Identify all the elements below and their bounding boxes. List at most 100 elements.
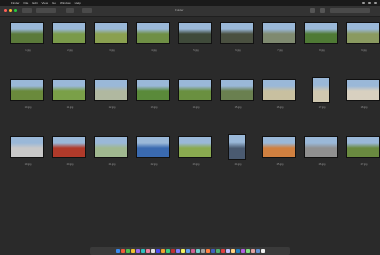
back-forward-button[interactable] (22, 8, 32, 13)
window-title: Folder (175, 8, 184, 12)
photo-thumbnail[interactable] (52, 22, 86, 44)
dock-app-icon[interactable] (220, 249, 225, 253)
photo-filename: 15.jpg (234, 106, 242, 109)
photo-thumbnail[interactable] (136, 79, 170, 101)
photo-thumbnail[interactable] (346, 22, 380, 44)
photo-thumbnail[interactable] (220, 79, 254, 101)
dock-app-icon[interactable] (240, 249, 245, 253)
photo-filename: 6.jpg (235, 49, 241, 52)
photo-filename: 19.jpg (24, 163, 32, 166)
search-input[interactable] (330, 8, 370, 13)
dock-app-icon[interactable] (230, 249, 235, 253)
photo-thumbnail[interactable] (94, 136, 128, 158)
share-icon[interactable] (310, 8, 315, 13)
dock-app-icon[interactable] (115, 249, 120, 253)
dock-app-icon[interactable] (250, 249, 255, 253)
photo-thumbnail[interactable] (346, 79, 380, 101)
photo-filename: 9.jpg (361, 49, 367, 52)
photo-filename: 14.jpg (192, 106, 200, 109)
dock-app-icon[interactable] (225, 249, 230, 253)
dock-app-icon[interactable] (130, 249, 135, 253)
dock-app-icon[interactable] (245, 249, 250, 253)
dock-app-icon[interactable] (190, 249, 195, 253)
dock-app-icon[interactable] (160, 249, 165, 253)
photo-thumbnail[interactable] (262, 136, 296, 158)
photo-thumbnail[interactable] (136, 22, 170, 44)
photo-filename: 12.jpg (108, 106, 116, 109)
photo-filename: 16.jpg (276, 106, 284, 109)
menu-view[interactable]: View (42, 1, 48, 5)
battery-icon[interactable] (368, 2, 371, 4)
group-button[interactable] (66, 8, 74, 13)
menu-file[interactable]: File (24, 1, 29, 5)
dock (90, 247, 290, 255)
photo-filename: 4.jpg (151, 49, 157, 52)
dock-app-icon[interactable] (125, 249, 130, 253)
photo-thumbnail[interactable] (10, 79, 44, 101)
menu-help[interactable]: Help (75, 1, 81, 5)
photo-thumbnail[interactable] (262, 22, 296, 44)
photo-filename: 20.jpg (66, 163, 74, 166)
dock-app-icon[interactable] (260, 249, 265, 253)
photo-filename: 8.jpg (319, 49, 325, 52)
photo-filename: 1.jpg (25, 49, 31, 52)
photo-thumbnail[interactable] (94, 79, 128, 101)
photo-thumbnail[interactable] (52, 79, 86, 101)
dock-app-icon[interactable] (215, 249, 220, 253)
photo-thumbnail[interactable] (178, 22, 212, 44)
menu-finder[interactable]: Finder (11, 1, 20, 5)
clock-icon[interactable] (374, 2, 377, 4)
dock-app-icon[interactable] (205, 249, 210, 253)
dock-app-icon[interactable] (170, 249, 175, 253)
photo-filename: 7.jpg (277, 49, 283, 52)
photo-thumbnail[interactable] (262, 79, 296, 101)
tag-icon[interactable] (320, 8, 325, 13)
dock-app-icon[interactable] (145, 249, 150, 253)
dock-app-icon[interactable] (235, 249, 240, 253)
close-window-button[interactable] (4, 9, 7, 12)
photo-thumbnail[interactable] (136, 136, 170, 158)
menu-window[interactable]: Window (60, 1, 71, 5)
photo-thumbnail[interactable] (10, 22, 44, 44)
photo-thumbnail[interactable] (220, 22, 254, 44)
photo-filename: 27.jpg (360, 163, 368, 166)
wifi-icon[interactable] (362, 2, 365, 4)
photo-thumbnail[interactable] (228, 134, 246, 160)
photo-thumbnail[interactable] (304, 22, 338, 44)
action-button[interactable] (82, 8, 92, 13)
photo-thumbnail[interactable] (178, 79, 212, 101)
photo-thumbnail[interactable] (312, 77, 330, 103)
photo-thumbnail[interactable] (346, 136, 380, 158)
dock-app-icon[interactable] (175, 249, 180, 253)
photo-filename: 23.jpg (192, 163, 200, 166)
photo-filename: 26.jpg (318, 163, 326, 166)
photo-filename: 2.jpg (67, 49, 73, 52)
photo-thumbnail[interactable] (178, 136, 212, 158)
zoom-window-button[interactable] (14, 9, 17, 12)
dock-app-icon[interactable] (255, 249, 260, 253)
menu-go[interactable]: Go (52, 1, 56, 5)
dock-app-icon[interactable] (150, 249, 155, 253)
dock-app-icon[interactable] (120, 249, 125, 253)
dock-app-icon[interactable] (185, 249, 190, 253)
photo-thumbnail[interactable] (52, 136, 86, 158)
photo-thumbnail[interactable] (10, 136, 44, 158)
view-mode-toggle[interactable] (36, 8, 56, 13)
dock-app-icon[interactable] (180, 249, 185, 253)
minimize-window-button[interactable] (9, 9, 12, 12)
apple-icon[interactable] (3, 1, 7, 5)
dock-app-icon[interactable] (140, 249, 145, 253)
dock-app-icon[interactable] (200, 249, 205, 253)
menu-edit[interactable]: Edit (32, 1, 37, 5)
photo-grid: 1.jpg 2.jpg 3.jpg 4.jpg 5.jpg 6.jpg 7.jpg 8.jpg… (0, 17, 380, 245)
dock-app-icon[interactable] (165, 249, 170, 253)
dock-app-icon[interactable] (155, 249, 160, 253)
photo-thumbnail[interactable] (304, 136, 338, 158)
photo-filename: 17.jpg (318, 106, 326, 109)
dock-app-icon[interactable] (195, 249, 200, 253)
dock-app-icon[interactable] (135, 249, 140, 253)
photo-filename: 22.jpg (150, 163, 158, 166)
photo-filename: 21.jpg (108, 163, 116, 166)
photo-thumbnail[interactable] (94, 22, 128, 44)
dock-app-icon[interactable] (210, 249, 215, 253)
